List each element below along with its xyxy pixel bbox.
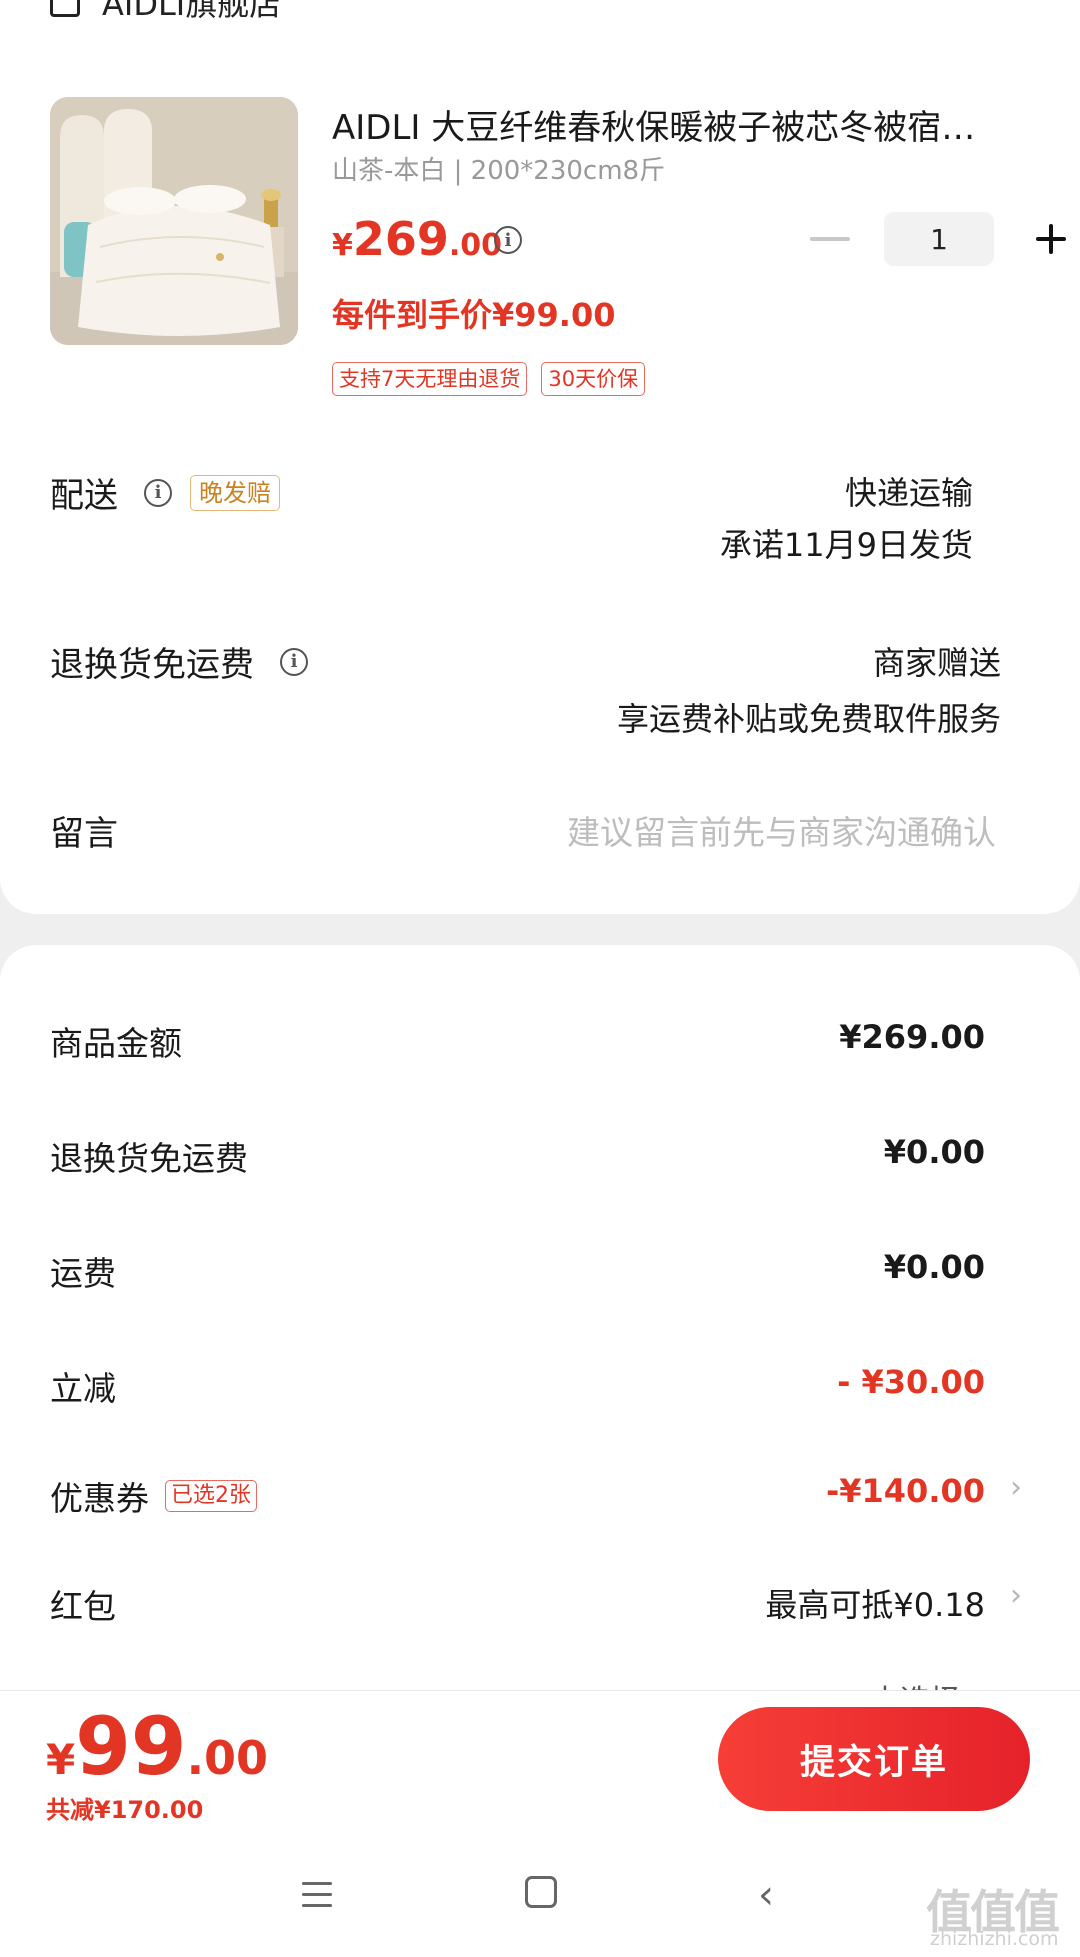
goods-amount-label: 商品金额 <box>50 1024 182 1063</box>
return-free-label: 退换货免运费 <box>50 1139 248 1178</box>
service-tag-price-protect: 30天价保 <box>541 362 646 396</box>
delivery-method[interactable]: 快递运输 <box>845 468 973 514</box>
price-currency: ¥ <box>332 228 353 263</box>
return-shipping-info-icon[interactable]: i <box>280 647 308 676</box>
instant-discount-label: 立减 <box>50 1369 116 1408</box>
bedding-photo <box>50 97 298 345</box>
product-title[interactable]: AIDLI 大豆纤维春秋保暖被子被芯冬被宿… <box>332 100 1012 149</box>
coupon-label: 优惠券 <box>50 1479 149 1518</box>
return-shipping-value: 商家赠送 <box>872 644 1001 682</box>
delivery-info-icon[interactable]: i <box>144 478 172 507</box>
red-packet-value[interactable]: 最高可抵¥0.18 <box>765 1580 985 1626</box>
coupon-row-label: 优惠券 已选2张 <box>50 1472 257 1520</box>
return-shipping-label: 退换货免运费 <box>50 645 254 685</box>
back-icon[interactable]: ‹ <box>758 1872 774 1918</box>
red-packet-chevron-icon[interactable]: › <box>1010 1578 1022 1613</box>
shipping-label: 运费 <box>50 1254 116 1293</box>
total-saved: 共减¥170.00 <box>46 1796 204 1824</box>
return-shipping-row-label: 退换货免运费 i <box>50 637 308 686</box>
return-free-value: ¥0.00 <box>883 1133 985 1171</box>
total-decimal: .00 <box>186 1731 269 1785</box>
red-packet-label: 红包 <box>50 1587 116 1626</box>
price-info-icon[interactable]: i <box>494 226 522 254</box>
product-image[interactable] <box>50 97 298 345</box>
store-row[interactable]: AIDLI旗舰店 <box>50 0 282 23</box>
service-tag-return: 支持7天无理由退货 <box>332 362 528 396</box>
instant-discount-value: - ¥30.00 <box>837 1363 985 1401</box>
quantity-stepper: 1 <box>810 212 1066 266</box>
total-price: ¥ 99 .00 <box>46 1700 268 1793</box>
coupon-value[interactable]: -¥140.00 <box>826 1472 985 1510</box>
product-spec[interactable]: 山茶-本白 | 200*230cm8斤 <box>332 150 665 187</box>
total-integer: 99 <box>75 1700 187 1793</box>
price-decimal: .00 <box>448 228 503 263</box>
watermark-url: zhizhizhi.com <box>930 1928 1059 1950</box>
coupon-selected-tag: 已选2张 <box>165 1480 257 1512</box>
message-input[interactable]: 建议留言前先与商家沟通确认 <box>567 806 996 854</box>
price-integer: 269 <box>352 212 449 266</box>
final-price: 每件到手价¥99.00 <box>332 296 616 334</box>
delivery-row-label: 配送 i 晚发赔 <box>50 468 280 517</box>
total-currency: ¥ <box>46 1735 76 1784</box>
late-compensation-tag: 晚发赔 <box>190 474 280 511</box>
goods-amount-value: ¥269.00 <box>839 1018 985 1056</box>
message-label: 留言 <box>50 814 118 854</box>
delivery-promise: 承诺11月9日发货 <box>719 526 973 564</box>
service-tags: 支持7天无理由退货 30天价保 <box>332 362 646 396</box>
delivery-label: 配送 <box>50 476 118 516</box>
store-name: AIDLI旗舰店 <box>102 0 282 23</box>
menu-icon[interactable] <box>302 1879 332 1909</box>
product-price: ¥ 269 .00 <box>332 212 502 266</box>
increase-button[interactable] <box>1036 224 1066 254</box>
quantity-field[interactable]: 1 <box>884 212 994 266</box>
return-shipping-desc: 享运费补贴或免费取件服务 <box>616 700 1001 738</box>
shipping-value: ¥0.00 <box>883 1248 985 1286</box>
submit-order-button[interactable]: 提交订单 <box>718 1707 1030 1811</box>
store-icon <box>50 0 80 17</box>
home-icon[interactable] <box>525 1876 557 1908</box>
decrease-button[interactable] <box>810 237 850 241</box>
coupon-chevron-icon[interactable]: › <box>1010 1470 1022 1505</box>
partially-hidden-row-text: 未选择 <box>870 1676 960 1690</box>
